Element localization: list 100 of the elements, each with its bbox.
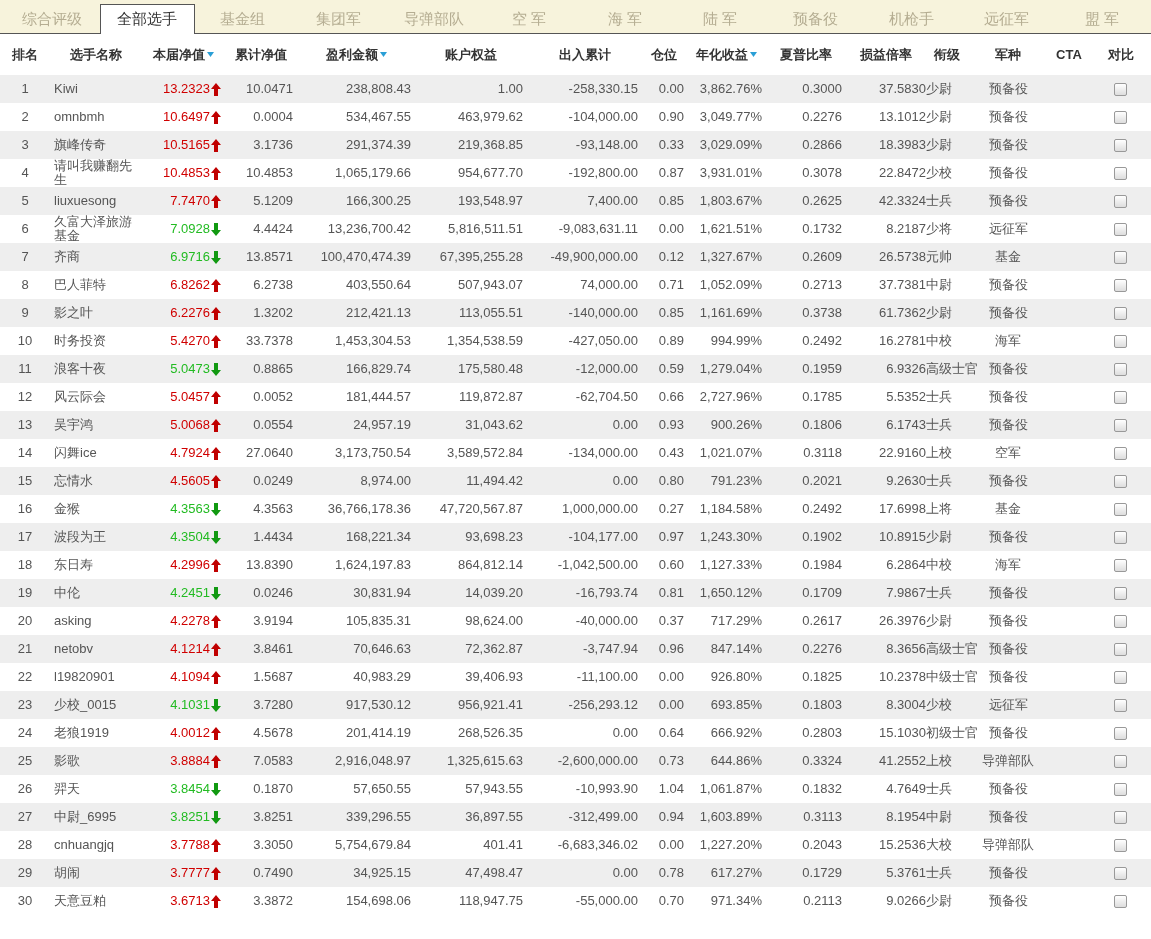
compare-checkbox[interactable] (1114, 335, 1127, 349)
table-cell: 0.1825 (802, 670, 842, 685)
tab[interactable]: 集团军 (290, 5, 386, 33)
table-cell: 1,061.87% (699, 782, 762, 797)
table-cell: 3.3872 (253, 894, 293, 909)
compare-checkbox[interactable] (1114, 195, 1127, 209)
table-cell: 1.04 (658, 782, 684, 797)
player-name: 旗峰传奇 (54, 138, 107, 152)
tab[interactable]: 基金组 (195, 5, 291, 33)
table-cell: 8.1954 (886, 810, 926, 825)
compare-checkbox[interactable] (1114, 867, 1127, 881)
table-cell: 1,624,197.83 (335, 558, 411, 573)
table-cell: 0.94 (658, 810, 684, 825)
table-cell: 16.2781 (879, 334, 926, 349)
compare-checkbox[interactable] (1114, 783, 1127, 797)
sort-down-icon[interactable] (379, 52, 387, 57)
table-cell: -192,800.00 (568, 166, 638, 181)
table-cell: 0.0052 (253, 390, 293, 405)
tab[interactable]: 综合评级 (4, 5, 100, 33)
net-value: 13.2323 (163, 82, 210, 96)
table-cell: 少校 (926, 166, 952, 181)
table-cell: 1,354,538.59 (447, 334, 523, 349)
compare-checkbox[interactable] (1114, 475, 1127, 489)
table-cell: 少尉 (926, 82, 952, 97)
compare-checkbox[interactable] (1114, 279, 1127, 293)
tab[interactable]: 机枪手 (863, 5, 959, 33)
compare-checkbox[interactable] (1114, 167, 1127, 181)
tab[interactable]: 预备役 (768, 5, 864, 33)
compare-checkbox[interactable] (1114, 755, 1127, 769)
tab[interactable]: 导弹部队 (386, 5, 482, 33)
rank-cell: 14 (17, 446, 33, 461)
table-cell: 预备役 (988, 278, 1028, 293)
compare-checkbox[interactable] (1114, 111, 1127, 125)
rank-cell: 2 (21, 110, 29, 125)
rank-cell: 12 (17, 390, 33, 405)
table-cell: 403,550.64 (345, 278, 411, 293)
tab[interactable]: 全部选手 (99, 4, 195, 34)
table-cell: 181,444.57 (345, 390, 411, 405)
table-cell: 37.7381 (879, 278, 926, 293)
net-value: 3.6713 (170, 894, 210, 908)
compare-checkbox[interactable] (1114, 615, 1127, 629)
sort-down-icon[interactable] (207, 52, 214, 57)
sort-down-icon[interactable] (749, 52, 757, 57)
tab[interactable]: 海 军 (577, 5, 673, 33)
column-header[interactable]: 年化收益 (695, 45, 748, 64)
compare-checkbox[interactable] (1114, 671, 1127, 685)
net-value: 10.4853 (163, 166, 210, 180)
table-cell: 67,395,255.28 (439, 250, 523, 265)
compare-checkbox[interactable] (1114, 447, 1127, 461)
table-cell: 0.00 (658, 82, 684, 97)
compare-checkbox[interactable] (1114, 587, 1127, 601)
table-cell: 1,603.89% (699, 810, 762, 825)
compare-checkbox[interactable] (1114, 811, 1127, 825)
table-cell: 13.8571 (246, 250, 293, 265)
table-cell: 994.99% (710, 334, 762, 349)
compare-checkbox[interactable] (1114, 727, 1127, 741)
table-cell: 空军 (995, 446, 1021, 461)
table-cell: 0.2113 (803, 894, 842, 909)
compare-checkbox[interactable] (1114, 503, 1127, 517)
table-cell: 少尉 (926, 530, 952, 545)
tab[interactable]: 陆 军 (672, 5, 768, 33)
compare-checkbox[interactable] (1114, 895, 1127, 909)
table-cell: 0.1785 (802, 390, 842, 405)
table-cell: 5.1209 (253, 194, 293, 209)
table-cell: 0.2609 (802, 250, 842, 265)
tab[interactable]: 远征军 (959, 5, 1055, 33)
tab[interactable]: 盟 军 (1054, 5, 1150, 33)
compare-checkbox[interactable] (1114, 139, 1127, 153)
table-cell: 预备役 (988, 82, 1028, 97)
compare-checkbox[interactable] (1114, 643, 1127, 657)
table-cell: 预备役 (988, 810, 1028, 825)
compare-checkbox[interactable] (1114, 699, 1127, 713)
table-cell: 37.5830 (879, 82, 926, 97)
compare-checkbox[interactable] (1114, 223, 1127, 237)
table-cell: 1,052.09% (699, 278, 762, 293)
compare-checkbox[interactable] (1114, 83, 1127, 97)
table-cell: 导弹部队 (982, 838, 1034, 853)
compare-checkbox[interactable] (1114, 419, 1127, 433)
tab[interactable]: 空 军 (481, 5, 577, 33)
table-cell: 34,925.15 (353, 866, 411, 881)
compare-checkbox[interactable] (1114, 391, 1127, 405)
table-cell: 0.43 (658, 446, 684, 461)
compare-checkbox[interactable] (1114, 307, 1127, 321)
table-cell: 74,000.00 (580, 278, 638, 293)
table-cell: 0.00 (658, 670, 684, 685)
compare-checkbox[interactable] (1114, 363, 1127, 377)
column-header: 出入累计 (558, 45, 611, 64)
rank-cell: 10 (17, 334, 33, 349)
table-cell: 791.23% (710, 474, 762, 489)
compare-checkbox[interactable] (1114, 531, 1127, 545)
compare-checkbox[interactable] (1114, 839, 1127, 853)
column-header[interactable]: 盈利金额 (325, 45, 378, 64)
table-cell: 926.80% (710, 670, 762, 685)
compare-checkbox[interactable] (1114, 559, 1127, 573)
column-header[interactable]: 本届净值 (153, 45, 205, 64)
compare-checkbox[interactable] (1114, 251, 1127, 265)
table-cell: 上将 (926, 502, 952, 517)
player-name: 老狼1919 (54, 726, 110, 740)
rank-cell: 15 (17, 474, 33, 489)
net-value: 10.5165 (163, 138, 210, 152)
